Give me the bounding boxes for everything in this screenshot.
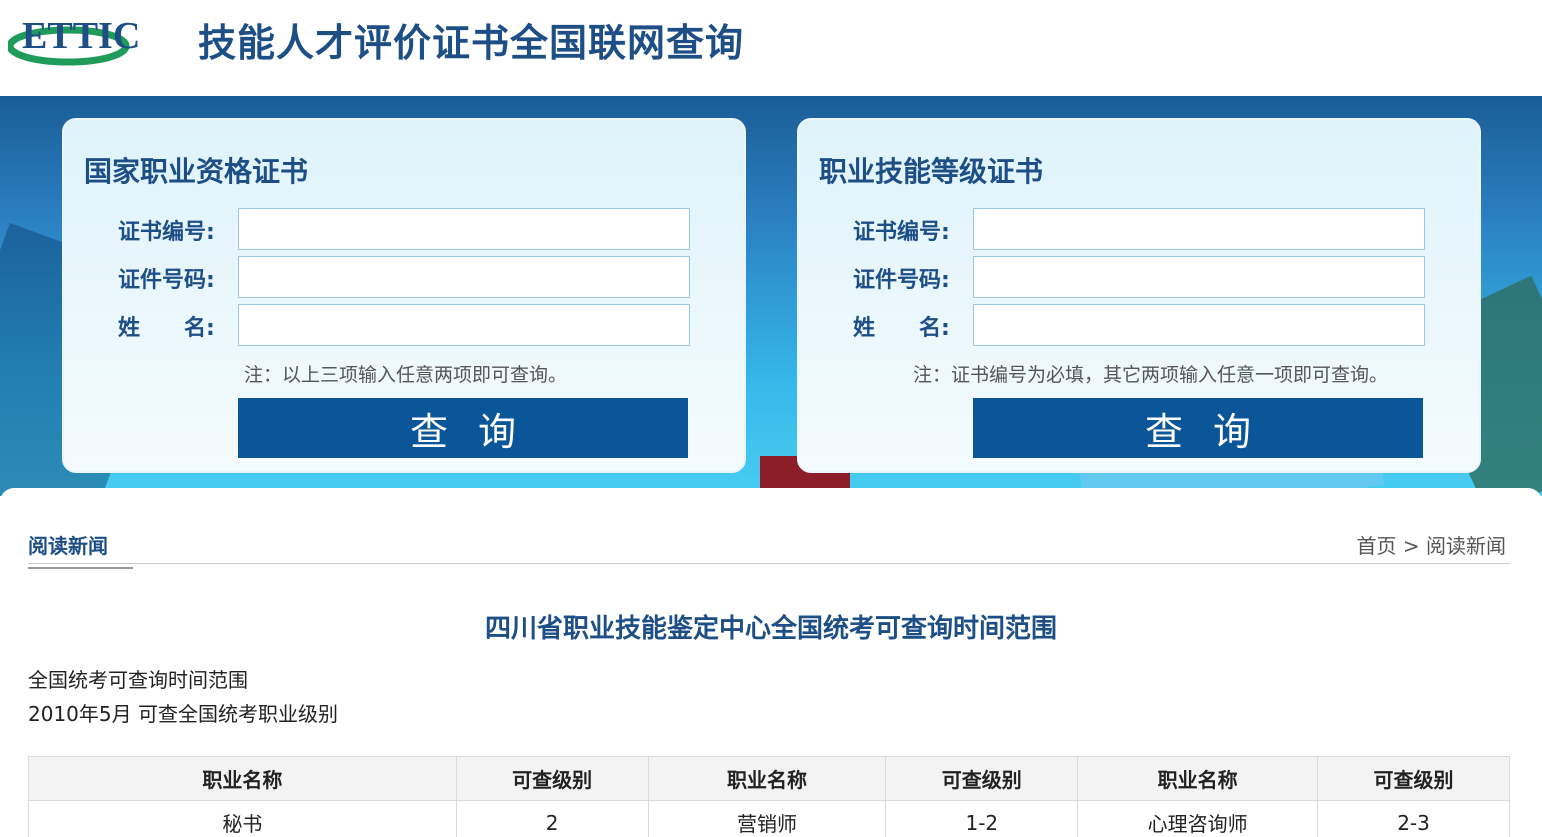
id-no-label: 证件号码: xyxy=(118,268,215,293)
cert-no-label: 证书编号: xyxy=(118,220,215,245)
cert-no-input[interactable] xyxy=(973,208,1425,250)
query-button[interactable]: 查询 xyxy=(238,398,688,458)
breadcrumb-separator: > xyxy=(1402,534,1420,558)
query-button[interactable]: 查询 xyxy=(973,398,1423,458)
article-title: 四川省职业技能鉴定中心全国统考可查询时间范围 xyxy=(484,614,1057,644)
breadcrumb-current: 阅读新闻 xyxy=(1426,534,1506,558)
id-no-input[interactable] xyxy=(973,256,1425,298)
table-cell: 营销师 xyxy=(647,800,887,837)
name-label: 姓 名: xyxy=(853,316,950,341)
column-header: 可查级别 xyxy=(455,756,649,801)
column-header: 可查级别 xyxy=(1317,756,1510,801)
site-header: ETTIC 技能人才评价证书全国联网查询 xyxy=(0,0,1542,96)
name-input[interactable] xyxy=(238,304,690,346)
column-header: 职业名称 xyxy=(1077,756,1319,801)
name-label: 姓 名: xyxy=(118,316,215,341)
skill-level-panel: 职业技能等级证书 证书编号: 证件号码: 姓 名: 注：证书编号为必填，其它两项… xyxy=(797,118,1481,473)
name-input[interactable] xyxy=(973,304,1425,346)
section-tab[interactable]: 阅读新闻 xyxy=(28,530,133,569)
logo-text: ETTIC xyxy=(22,15,140,57)
article-paragraph: 全国统考可查询时间范围 xyxy=(28,668,248,692)
breadcrumb: 首页 > 阅读新闻 xyxy=(1357,530,1506,559)
column-header: 可查级别 xyxy=(885,756,1079,801)
table-cell: 心理咨询师 xyxy=(1077,800,1319,837)
table-cell: 1-2 xyxy=(885,800,1079,837)
query-note: 注：证书编号为必填，其它两项输入任意一项即可查询。 xyxy=(913,364,1389,386)
panel-title: 职业技能等级证书 xyxy=(819,155,1044,188)
id-no-input[interactable] xyxy=(238,256,690,298)
column-header: 职业名称 xyxy=(647,756,887,801)
news-content: 阅读新闻 首页 > 阅读新闻 四川省职业技能鉴定中心全国统考可查询时间范围 全国… xyxy=(0,488,1542,837)
occupation-table: 职业名称 可查级别 职业名称 可查级别 职业名称 可查级别 秘书 2 营销师 1… xyxy=(28,756,1510,837)
breadcrumb-home-link[interactable]: 首页 xyxy=(1357,534,1397,558)
ettic-logo[interactable]: ETTIC xyxy=(8,10,180,66)
section-header: 阅读新闻 首页 > 阅读新闻 xyxy=(28,528,1510,569)
query-note: 注：以上三项输入任意两项即可查询。 xyxy=(244,364,568,386)
table-cell: 2-3 xyxy=(1317,800,1510,837)
column-header: 职业名称 xyxy=(28,756,457,801)
site-title: 技能人才评价证书全国联网查询 xyxy=(198,21,745,65)
table-header-row: 职业名称 可查级别 职业名称 可查级别 职业名称 可查级别 xyxy=(28,756,1510,801)
panel-title: 国家职业资格证书 xyxy=(84,155,309,188)
national-qualification-panel: 国家职业资格证书 证书编号: 证件号码: 姓 名: 注：以上三项输入任意两项即可… xyxy=(62,118,746,473)
id-no-label: 证件号码: xyxy=(853,268,950,293)
table-cell: 秘书 xyxy=(28,800,457,837)
cert-no-input[interactable] xyxy=(238,208,690,250)
table-cell: 2 xyxy=(455,800,649,837)
table-row: 秘书 2 营销师 1-2 心理咨询师 2-3 xyxy=(28,800,1510,837)
article-paragraph: 2010年5月 可查全国统考职业级别 xyxy=(28,702,338,726)
cert-no-label: 证书编号: xyxy=(853,220,950,245)
